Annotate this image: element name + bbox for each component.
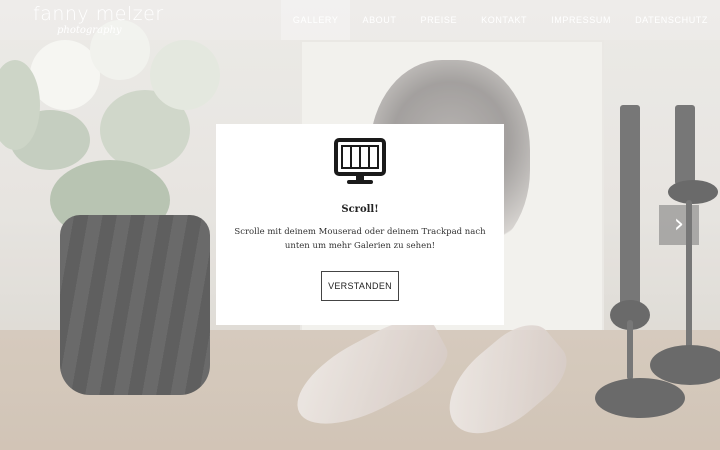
- nav-item-kontakt[interactable]: KONTAKT: [469, 0, 539, 40]
- nav-item-about[interactable]: ABOUT: [350, 0, 408, 40]
- modal-title: Scroll!: [341, 204, 379, 215]
- main-navigation: GALLERY ABOUT PREISE KONTAKT IMPRESSUM D…: [280, 0, 720, 40]
- understood-button[interactable]: VERSTANDEN: [321, 271, 399, 301]
- scroll-hint-modal: Scroll! Scrolle mit deinem Mouserad oder…: [216, 124, 504, 325]
- monitor-icon: [334, 138, 386, 184]
- site-header: fanny melzer photography GALLERY ABOUT P…: [0, 0, 720, 40]
- nav-item-gallery[interactable]: GALLERY: [280, 0, 351, 40]
- chevron-right-icon: ›: [673, 209, 685, 239]
- modal-description: Scrolle mit deinem Mouserad oder deinem …: [234, 227, 486, 251]
- site-logo[interactable]: fanny melzer photography: [33, 4, 164, 36]
- nav-item-datenschutz[interactable]: DATENSCHUTZ: [623, 0, 720, 40]
- nav-item-impressum[interactable]: IMPRESSUM: [539, 0, 623, 40]
- logo-tagline: photography: [57, 25, 122, 36]
- logo-name: fanny melzer: [33, 3, 164, 25]
- nav-item-preise[interactable]: PREISE: [408, 0, 469, 40]
- next-slide-button[interactable]: ›: [659, 205, 699, 245]
